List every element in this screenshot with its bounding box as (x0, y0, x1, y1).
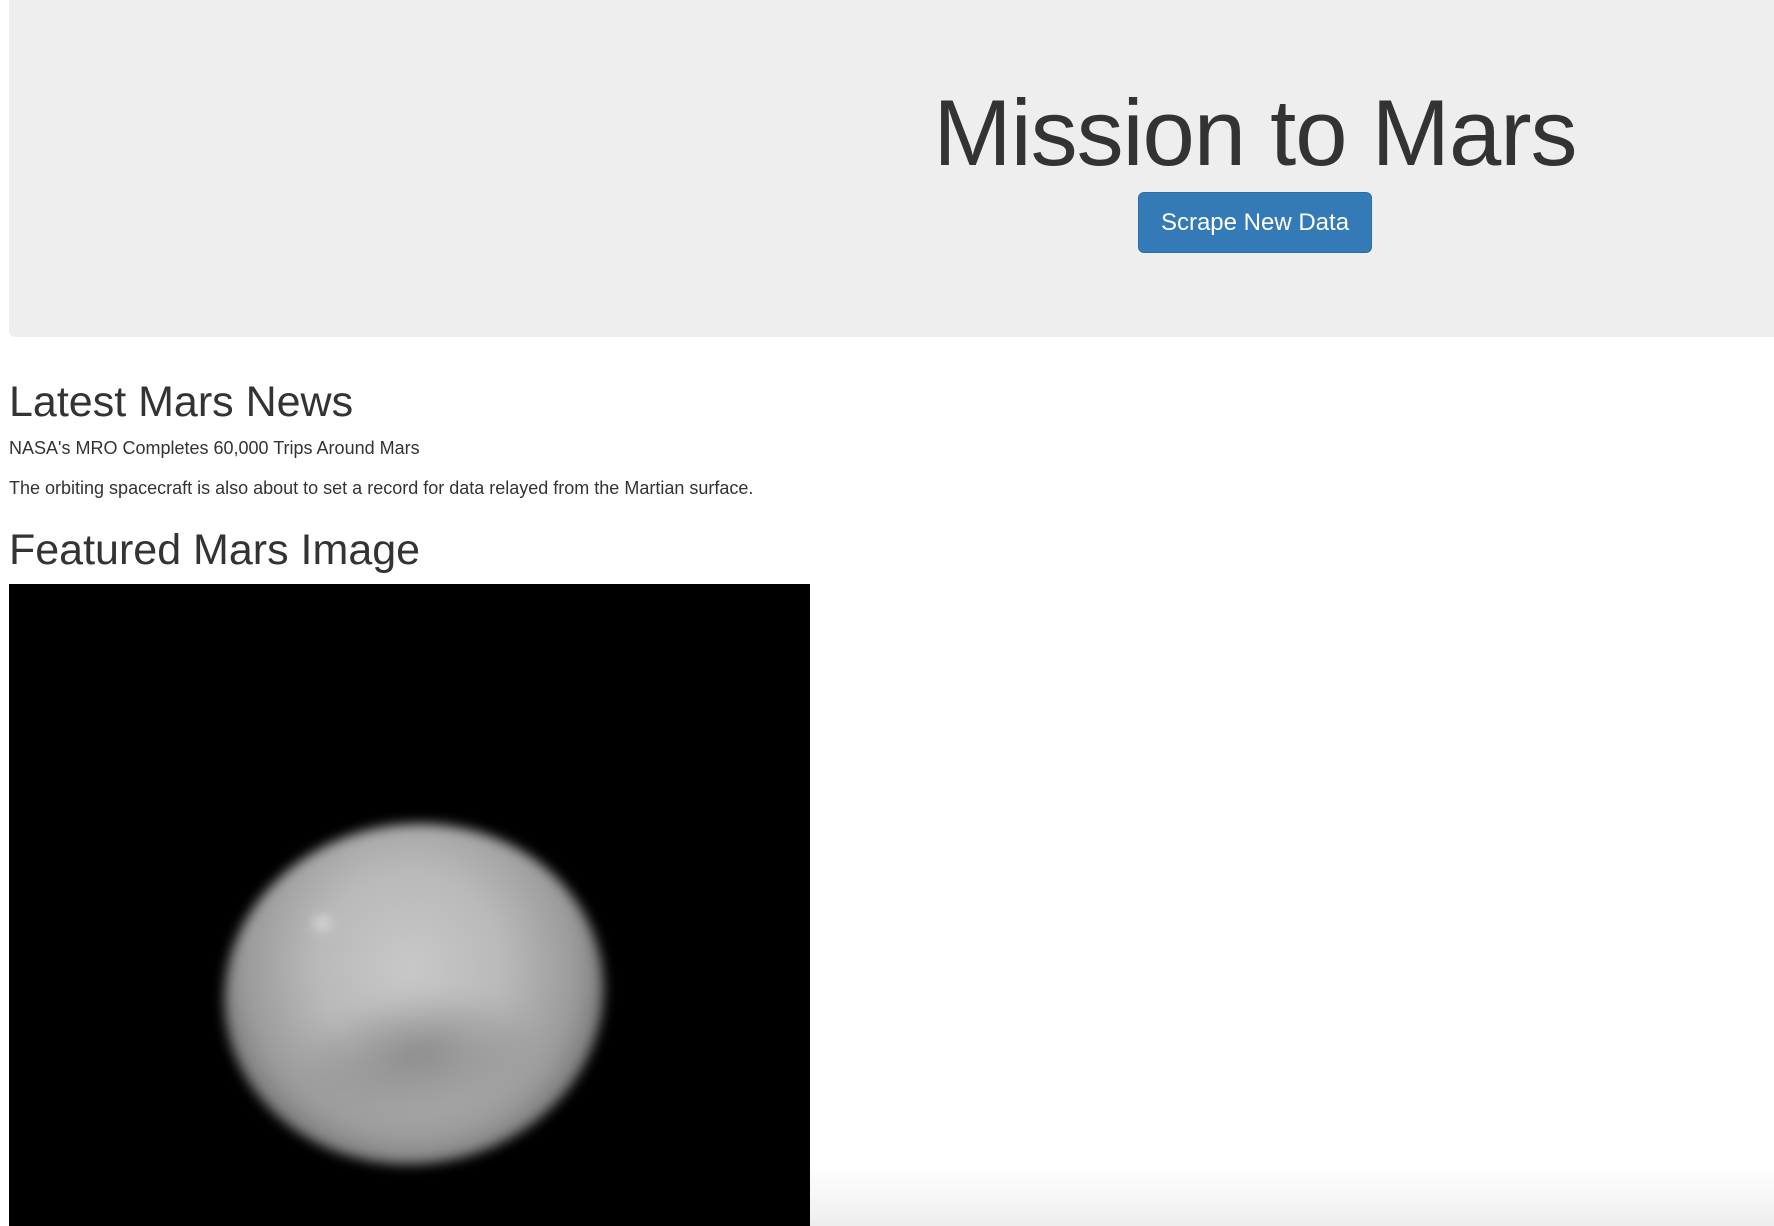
planet-shadow (285, 977, 550, 1131)
planet-body (202, 799, 626, 1189)
scrape-new-data-button[interactable]: Scrape New Data (1138, 192, 1372, 253)
news-teaser: The orbiting spacecraft is also about to… (9, 478, 754, 498)
bottom-scroll-fade (810, 1166, 1774, 1226)
page: Mission to Mars Scrape New Data Latest M… (0, 0, 1774, 1226)
bright-spot (312, 914, 333, 932)
page-title: Mission to Mars (933, 80, 1577, 185)
featured-image-heading: Featured Mars Image (9, 526, 421, 574)
news-title: NASA's MRO Completes 60,000 Trips Around… (9, 438, 420, 458)
latest-news-heading: Latest Mars News (9, 378, 354, 426)
featured-mars-image (9, 584, 810, 1226)
